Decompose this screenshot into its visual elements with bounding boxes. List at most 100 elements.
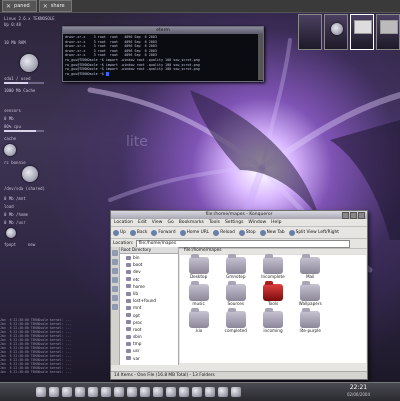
terminal-launcher-icon[interactable] — [36, 387, 46, 397]
folder-item[interactable]: Mail — [292, 254, 329, 282]
folder-item[interactable]: completed — [217, 308, 254, 336]
wrench-icon — [20, 54, 38, 72]
menu-tools[interactable]: Tools — [209, 219, 220, 226]
task-tab-paned[interactable]: ✕ paned — [2, 0, 37, 12]
tree-item[interactable]: lib — [120, 290, 178, 297]
filemanager-launcher-icon[interactable] — [88, 387, 98, 397]
home-icon[interactable] — [112, 268, 118, 274]
window-titlebar[interactable]: file:/home/mapes - Konqueror — [111, 211, 367, 219]
tree-item-label: lib — [133, 290, 138, 296]
folder-item[interactable]: Gmnotep — [217, 254, 254, 282]
image-launcher-icon[interactable] — [114, 387, 124, 397]
forward-button[interactable]: Forward — [151, 229, 176, 236]
tree-item[interactable]: sbin — [120, 333, 178, 340]
browser-launcher-icon[interactable] — [49, 387, 59, 397]
network-icon — [6, 228, 16, 238]
terminal-output[interactable]: drwxr-xr-x 3 root root 4096 Sep 6 2003 d… — [63, 34, 263, 77]
tree-item[interactable]: dev — [120, 268, 178, 275]
clock-date: 02/06/2004 — [346, 392, 370, 397]
split-view-icon — [288, 229, 295, 236]
settings-launcher-icon[interactable] — [140, 387, 150, 397]
calculator-launcher-icon[interactable] — [166, 387, 176, 397]
split-view-button[interactable]: Split View Left/Right — [288, 229, 339, 236]
tree-item[interactable]: proc — [120, 319, 178, 326]
close-button[interactable] — [358, 212, 365, 219]
network-icon[interactable] — [112, 277, 118, 283]
up-button[interactable]: Up — [113, 229, 126, 236]
workspace-1[interactable] — [298, 14, 322, 50]
folder-item[interactable]: Tools — [254, 281, 291, 309]
svg-text:lite: lite — [126, 134, 148, 150]
tree-item[interactable]: home — [120, 283, 178, 290]
folder-icon — [126, 284, 131, 289]
tree-item[interactable]: tmp — [120, 340, 178, 347]
bookmarks-icon[interactable] — [112, 250, 118, 256]
tree-item[interactable]: opt — [120, 312, 178, 319]
folder-item[interactable]: Wallpapers — [292, 281, 329, 309]
tree-item[interactable]: bin — [120, 254, 178, 261]
terminal-scrollbar[interactable] — [258, 34, 263, 80]
close-icon[interactable]: ✕ — [43, 3, 48, 10]
trash-icon[interactable] — [231, 387, 241, 397]
home-button[interactable]: Home URL — [179, 229, 209, 236]
app-dock — [36, 385, 241, 399]
search-launcher-icon[interactable] — [153, 387, 163, 397]
folder-item[interactable]: lite-purple — [292, 308, 329, 336]
music-launcher-icon[interactable] — [101, 387, 111, 397]
menu-bookmarks[interactable]: Bookmarks — [179, 219, 204, 226]
menu-edit[interactable]: Edit — [138, 219, 147, 226]
panel-clock[interactable]: 22:21 02/06/2004 — [347, 384, 370, 398]
workspace-4[interactable] — [376, 14, 400, 50]
media-launcher-icon[interactable] — [192, 387, 202, 397]
tree-item[interactable]: lost+found — [120, 297, 178, 304]
menu-window[interactable]: Window — [248, 219, 266, 226]
folder-item[interactable]: music — [180, 281, 217, 309]
folder-icon — [126, 291, 131, 296]
tree-item[interactable]: var — [120, 355, 178, 362]
folder-item[interactable]: Desktop — [180, 254, 217, 282]
back-button[interactable]: Back — [129, 229, 147, 236]
media-icon[interactable] — [112, 304, 118, 310]
menu-settings[interactable]: Settings — [225, 219, 243, 226]
tree-item[interactable]: usr — [120, 347, 178, 354]
workspace-3[interactable] — [350, 14, 374, 50]
minimize-button[interactable] — [342, 212, 349, 219]
tree-item[interactable]: mnt — [120, 304, 178, 311]
gear-launcher-icon[interactable] — [218, 387, 228, 397]
folder-item[interactable]: .kio — [180, 308, 217, 336]
folder-item[interactable]: Sources — [217, 281, 254, 309]
tree-item[interactable]: root — [120, 326, 178, 333]
folder-icon — [126, 255, 131, 260]
chat-launcher-icon[interactable] — [127, 387, 137, 397]
game-launcher-icon[interactable] — [205, 387, 215, 397]
history-icon[interactable] — [112, 259, 118, 265]
root-folder-icon[interactable] — [112, 286, 118, 292]
folder-item[interactable]: incoming — [254, 308, 291, 336]
terminal-window[interactable]: eterm drwxr-xr-x 3 root root 4096 Sep 6 … — [62, 26, 264, 82]
workspace-2[interactable] — [324, 14, 348, 50]
clock-time: 22:21 — [349, 384, 368, 391]
reload-button[interactable]: Reload — [213, 229, 235, 236]
new-tab-button[interactable]: New Tab — [259, 229, 285, 236]
file-manager-window[interactable]: file:/home/mapes - Konqueror Location Ed… — [110, 210, 368, 380]
terminal-title[interactable]: eterm — [63, 27, 263, 34]
menu-location[interactable]: Location — [114, 219, 133, 226]
window-thumbnail — [380, 20, 398, 34]
services-icon[interactable] — [112, 295, 118, 301]
monitor-line: 0 Mb /home — [4, 212, 29, 217]
menu-help[interactable]: Help — [271, 219, 281, 226]
maximize-button[interactable] — [350, 212, 357, 219]
mail-launcher-icon[interactable] — [62, 387, 72, 397]
task-tab-share[interactable]: ✕ share — [38, 0, 72, 12]
network-launcher-icon[interactable] — [179, 387, 189, 397]
stop-button[interactable]: Stop — [238, 229, 256, 236]
tree-item[interactable]: boot — [120, 261, 178, 268]
workspace-pager — [298, 14, 400, 50]
close-icon[interactable]: ✕ — [6, 3, 11, 10]
menu-go[interactable]: Go — [167, 219, 173, 226]
tree-item[interactable]: etc — [120, 276, 178, 283]
folder-item[interactable]: Incomplete — [254, 254, 291, 282]
editor-launcher-icon[interactable] — [75, 387, 85, 397]
menu-view[interactable]: View — [152, 219, 163, 226]
folder-icon — [126, 334, 131, 339]
